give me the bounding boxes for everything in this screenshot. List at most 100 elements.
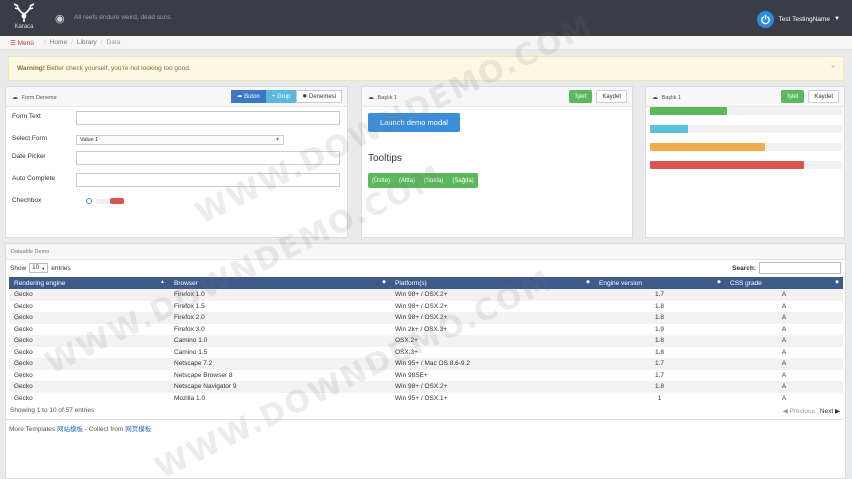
cell-platform: Win 98+ / OSX.2+: [390, 300, 594, 312]
form-text-input[interactable]: [76, 111, 340, 125]
sort-icon: ▲: [160, 279, 165, 285]
cell-version: 1.7: [594, 358, 725, 370]
date-picker-input[interactable]: [76, 151, 340, 165]
date-picker-label: Date Picker: [12, 153, 46, 160]
table-row[interactable]: Gecko Netscape Navigator 9 Win 98+ / OSX.2…: [9, 381, 843, 393]
deer-antlers-icon: [13, 3, 35, 22]
menu-toggle[interactable]: ☰ Menü: [10, 39, 34, 47]
user-menu[interactable]: Test TestingName ▼: [756, 10, 840, 28]
table-row[interactable]: Gecko Firefox 1.5 Win 98+ / OSX.2+ 1.8 A: [9, 300, 843, 312]
close-icon[interactable]: ×: [831, 64, 835, 71]
cloud-icon: ☁: [652, 95, 658, 101]
footer-middle: - Collect from: [82, 426, 126, 433]
radio-button[interactable]: [86, 198, 92, 204]
progress-fill: [650, 161, 804, 169]
buton-button[interactable]: ➦ Buton: [231, 90, 266, 103]
denemesi-button[interactable]: ✸ Denemesi: [296, 90, 342, 103]
tooltip-top-button[interactable]: (Üstte): [372, 178, 390, 184]
tooltip-left-button[interactable]: (Solda): [424, 178, 443, 184]
breadcrumb: ☰ Menü / Home / Library / Data: [0, 36, 852, 50]
page-footer: More Templates 网站模板 - Collect from 网页模板: [6, 419, 845, 436]
footer-link-collect[interactable]: 网页模板: [125, 426, 151, 433]
tooltip-bottom-button[interactable]: (Altta): [399, 178, 415, 184]
column-header-label: Rendering engine: [14, 279, 66, 287]
footer-prefix: More Templates: [9, 426, 57, 433]
cell-engine: Gecko: [9, 323, 169, 335]
previous-page-button[interactable]: ◀ Previous: [783, 407, 815, 415]
toggle-switch[interactable]: [110, 198, 124, 204]
datatable-title: Dataable Demo: [6, 244, 845, 260]
launch-demo-modal-button[interactable]: Launch demo modal: [368, 113, 460, 132]
search-input[interactable]: [759, 262, 841, 274]
right-panel-title: Başlık 1: [661, 95, 682, 101]
buton-label: Buton: [244, 93, 260, 100]
sort-icon: ◆: [586, 279, 590, 285]
table-row[interactable]: Gecko Mozilla 1.0 Win 95+ / OSX.1+ 1 A: [9, 392, 843, 404]
brand-name: Karaca: [14, 24, 34, 30]
cell-browser: Firefox 3.0: [169, 323, 390, 335]
progress-bar: [650, 107, 842, 115]
tooltip-button-group: (Üstte) (Altta) (Solda) (Sağda): [368, 173, 478, 188]
select-form-label: Select Form: [12, 135, 48, 142]
auto-complete-label: Auto Complete: [12, 175, 55, 182]
breadcrumb-library[interactable]: Library: [77, 39, 97, 46]
table-row[interactable]: Gecko Camino 1.5 OSX.3+ 1.8 A: [9, 346, 843, 358]
cell-platform: OSX.2+: [390, 335, 594, 347]
cell-platform: OSX.3+: [390, 346, 594, 358]
cell-browser: Netscape Navigator 9: [169, 381, 390, 393]
cell-engine: Gecko: [9, 392, 169, 404]
auto-complete-input[interactable]: [76, 173, 340, 187]
column-header[interactable]: Engine version ◆: [594, 277, 725, 289]
footer-link-templates[interactable]: 网站模板: [57, 426, 83, 433]
table-row[interactable]: Gecko Netscape 7.2 Win 95+ / Mac OS 8.6-9.…: [9, 358, 843, 370]
cell-browser: Netscape 7.2: [169, 358, 390, 370]
datatable-panel: Dataable Demo Show 10 ▼ entries Search: …: [5, 243, 846, 479]
column-header[interactable]: Browser ◆: [169, 277, 390, 289]
column-header[interactable]: Rendering engine ▲: [9, 277, 169, 289]
entries-label: entries: [51, 264, 71, 272]
brand-logo[interactable]: Karaca: [8, 3, 40, 33]
cell-version: 1.7: [594, 369, 725, 381]
chevron-down-icon: ▼: [41, 265, 46, 271]
islet-button[interactable]: İşlet: [569, 90, 593, 103]
form-text-label: Form Text: [12, 113, 41, 120]
form-panel-title: Form Deneme: [21, 95, 57, 101]
kaydet-button[interactable]: Kaydet: [808, 90, 839, 103]
middle-panel-title: Başlık 1: [377, 95, 398, 101]
page-length-select[interactable]: 10 ▼: [29, 263, 49, 273]
progress-bar: [650, 143, 842, 151]
next-page-button[interactable]: Next ▶: [820, 407, 840, 415]
tooltip-right-button[interactable]: (Sağda): [452, 178, 473, 184]
cell-version: 1.9: [594, 323, 725, 335]
cell-engine: Gecko: [9, 335, 169, 347]
cell-browser: Mozilla 1.0: [169, 392, 390, 404]
show-label: Show: [10, 264, 27, 272]
power-icon: [756, 10, 774, 28]
kaydet-button[interactable]: Kaydet: [596, 90, 627, 103]
select-form-dropdown[interactable]: Value 1 ▼: [76, 135, 284, 145]
cloud-icon: ☁: [368, 95, 374, 101]
menu-label: Menü: [17, 39, 34, 47]
table-row[interactable]: Gecko Camino 1.0 OSX.2+ 1.8 A: [9, 335, 843, 347]
breadcrumb-data: Data: [106, 39, 121, 46]
denemesi-label: Denemesi: [308, 93, 336, 100]
cell-grade: A: [725, 335, 843, 347]
cell-grade: A: [725, 358, 843, 370]
column-header[interactable]: Platform(s) ◆: [390, 277, 594, 289]
table-row[interactable]: Gecko Firefox 2.0 Win 98+ / OSX.2+ 1.8 A: [9, 312, 843, 324]
breadcrumb-home[interactable]: Home: [50, 39, 67, 46]
cell-version: 1.8: [594, 300, 725, 312]
column-header[interactable]: CSS grade ◆: [725, 277, 843, 289]
dashboard-icon[interactable]: ◉: [55, 12, 65, 25]
grup-label: Grup: [276, 93, 291, 100]
progress-bar: [650, 161, 842, 169]
table-row[interactable]: Gecko Firefox 1.0 Win 98+ / OSX.2+ 1.7 A: [9, 289, 843, 301]
table-info: Showing 1 to 10 of 57 entries: [10, 407, 95, 414]
table-row[interactable]: Gecko Firefox 3.0 Win 2k+ / OSX.3+ 1.9 A: [9, 323, 843, 335]
grup-button[interactable]: + Grup: [265, 90, 297, 103]
cell-version: 1: [594, 392, 725, 404]
cell-engine: Gecko: [9, 346, 169, 358]
islet-button[interactable]: İşlet: [781, 90, 805, 103]
table-row[interactable]: Gecko Netscape Browser 8 Win 98SE+ 1.7 A: [9, 369, 843, 381]
cell-browser: Firefox 1.5: [169, 300, 390, 312]
